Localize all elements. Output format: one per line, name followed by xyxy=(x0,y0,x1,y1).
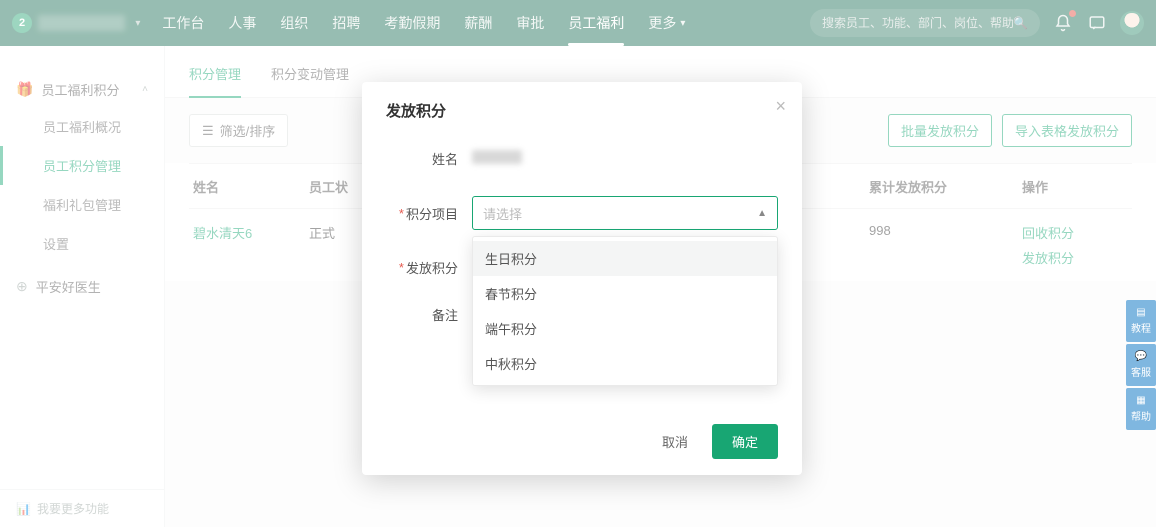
project-option-midautumn[interactable]: 中秋积分 xyxy=(473,346,777,381)
label-name: 姓名 xyxy=(386,149,458,168)
confirm-button[interactable]: 确定 xyxy=(712,424,778,459)
help-tile-service[interactable]: 💬 客服 xyxy=(1126,344,1156,386)
project-dropdown: 生日积分 春节积分 端午积分 中秋积分 xyxy=(472,236,778,386)
project-option-birthday[interactable]: 生日积分 xyxy=(473,241,777,276)
triangle-up-icon: ▲ xyxy=(757,208,767,219)
label-project: *积分项目 xyxy=(386,204,458,223)
value-name-masked xyxy=(472,150,522,164)
label-remark: 备注 xyxy=(386,305,458,324)
doc-icon: ▦ xyxy=(1136,395,1145,406)
help-tile-tutorial[interactable]: ▤ 教程 xyxy=(1126,300,1156,342)
project-option-duanwu[interactable]: 端午积分 xyxy=(473,311,777,346)
cancel-button[interactable]: 取消 xyxy=(658,424,692,459)
modal-title: 发放积分 xyxy=(386,100,778,121)
help-tile-help[interactable]: ▦ 帮助 xyxy=(1126,388,1156,430)
book-icon: ▤ xyxy=(1136,307,1145,318)
project-select[interactable]: 请选择 ▲ xyxy=(472,196,778,230)
grant-points-modal: 发放积分 × 姓名 *积分项目 请选择 ▲ 生日积分 春节积分 端午积分 中秋积… xyxy=(362,82,802,475)
label-amount: *发放积分 xyxy=(386,258,458,277)
chat-icon: 💬 xyxy=(1135,351,1147,362)
help-rail: ▤ 教程 💬 客服 ▦ 帮助 xyxy=(1126,300,1156,430)
close-icon[interactable]: × xyxy=(775,96,786,117)
select-placeholder: 请选择 xyxy=(483,204,522,223)
project-option-spring[interactable]: 春节积分 xyxy=(473,276,777,311)
